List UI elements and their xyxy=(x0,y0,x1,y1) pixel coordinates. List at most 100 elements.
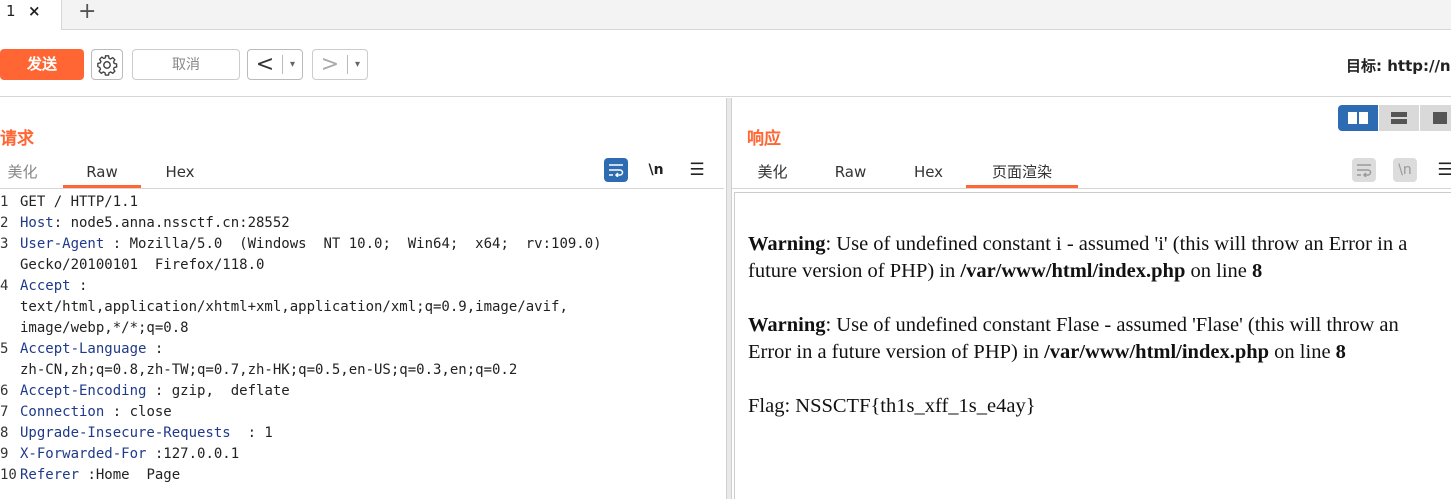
line-content: Gecko/20100101 Firefox/118.0 xyxy=(20,255,264,276)
layout-stacked-button[interactable] xyxy=(1379,105,1419,131)
menu-icon[interactable]: ☰ xyxy=(1433,158,1451,182)
header-value: : close xyxy=(104,404,172,420)
layout-single-button[interactable] xyxy=(1420,105,1451,131)
divider xyxy=(732,188,1451,189)
tab-hex[interactable]: Hex xyxy=(906,158,951,188)
columns-icon xyxy=(1348,112,1368,124)
request-editor[interactable]: 1 GET / HTTP/1.1 2 Host: node5.anna.nssctf.… xyxy=(0,192,724,486)
line-number: 7 xyxy=(0,404,9,420)
header-value: :127.0.0.1 xyxy=(146,446,240,462)
line-number: 6 xyxy=(0,383,9,399)
editor-line[interactable]: image/webp,*/*;q=0.8 xyxy=(0,318,724,339)
line-number: 1 xyxy=(0,194,9,210)
header-name: Upgrade-Insecure-Requests xyxy=(20,425,231,441)
chevron-down-icon[interactable]: ▾ xyxy=(283,59,302,70)
header-name: Connection xyxy=(20,404,105,420)
close-tab-icon[interactable]: × xyxy=(28,2,41,20)
editor-line[interactable]: 9 X-Forwarded-For :127.0.0.1 xyxy=(0,444,724,465)
layout-side-by-side-button[interactable] xyxy=(1338,105,1378,131)
tab-raw[interactable]: Raw xyxy=(828,158,873,188)
wrap-lines-button[interactable] xyxy=(604,158,628,182)
line-content: GET / HTTP/1.1 xyxy=(20,192,138,213)
file-path: /var/www/html/index.php xyxy=(960,260,1186,282)
response-title: 响应 xyxy=(747,129,781,149)
header-value: : 1 xyxy=(230,425,273,441)
repeater-tab-1[interactable]: 1 × xyxy=(0,0,62,30)
tab-strip: 1 × + xyxy=(0,0,1451,30)
tab-pretty[interactable]: 美化 xyxy=(0,158,45,188)
header-name: User-Agent xyxy=(20,236,105,252)
show-newlines-button[interactable]: \n xyxy=(1393,158,1417,182)
editor-line[interactable]: zh-CN,zh;q=0.8,zh-TW;q=0.7,zh-HK;q=0.5,e… xyxy=(0,360,724,381)
line-content: Accept-Language : xyxy=(20,339,163,360)
line-number: 8 xyxy=(1335,341,1346,363)
editor-line[interactable]: Gecko/20100101 Firefox/118.0 xyxy=(0,255,724,276)
editor-line[interactable]: 3 User-Agent : Mozilla/5.0 (Windows NT 10… xyxy=(0,234,724,255)
header-value: image/webp,*/*;q=0.8 xyxy=(20,320,189,336)
header-value: :Home Page xyxy=(79,467,181,483)
send-button[interactable]: 发送 xyxy=(0,49,84,80)
header-value: : xyxy=(70,278,88,294)
line-content: X-Forwarded-For :127.0.0.1 xyxy=(20,444,239,465)
tab-hex[interactable]: Hex xyxy=(150,158,210,188)
editor-line[interactable]: 2 Host: node5.anna.nssctf.cn:28552 xyxy=(0,213,724,234)
line-content: text/html,application/xhtml+xml,applicat… xyxy=(20,297,568,318)
line-number: 2 xyxy=(0,215,9,231)
wrap-icon xyxy=(1357,164,1372,177)
wrap-lines-button[interactable] xyxy=(1352,158,1376,182)
line-content: Accept-Encoding : gzip, deflate xyxy=(20,381,290,402)
back-button[interactable]: < ▾ xyxy=(247,49,303,80)
menu-icon[interactable]: ☰ xyxy=(685,158,709,182)
request-view-tabs: 美化 Raw Hex \n ☰ xyxy=(0,158,726,188)
editor-line[interactable]: 8 Upgrade-Insecure-Requests : 1 xyxy=(0,423,724,444)
rendered-page: Warning: Use of undefined constant i - a… xyxy=(748,231,1438,447)
editor-line[interactable]: 10 Referer :Home Page xyxy=(0,465,724,486)
header-name: Accept-Encoding xyxy=(20,383,147,399)
line-number: 3 xyxy=(0,236,9,252)
line-content: Connection : close xyxy=(20,402,172,423)
warning-message: Warning: Use of undefined constant i - a… xyxy=(748,231,1438,285)
line-number: 10 xyxy=(0,467,17,483)
editor-line[interactable]: 7 Connection : close xyxy=(0,402,724,423)
header-name: Accept xyxy=(20,278,71,294)
line-content: Host: node5.anna.nssctf.cn:28552 xyxy=(20,213,290,234)
header-value: : Mozilla/5.0 (Windows NT 10.0; Win64; x… xyxy=(104,236,602,252)
line-content: Upgrade-Insecure-Requests : 1 xyxy=(20,423,273,444)
chevron-right-icon: > xyxy=(320,51,340,77)
editor-line[interactable]: 4 Accept : xyxy=(0,276,724,297)
response-render-view: Warning: Use of undefined constant i - a… xyxy=(734,192,1451,499)
chevron-left-icon: < xyxy=(255,51,275,77)
settings-button[interactable] xyxy=(91,49,123,80)
tab-pretty[interactable]: 美化 xyxy=(750,158,795,188)
header-value: zh-CN,zh;q=0.8,zh-TW;q=0.7,zh-HK;q=0.5,e… xyxy=(20,362,518,378)
warning-text: on line xyxy=(1185,260,1252,282)
gear-icon xyxy=(97,54,118,76)
editor-line[interactable]: 1 GET / HTTP/1.1 xyxy=(0,192,724,213)
editor-line[interactable]: text/html,application/xhtml+xml,applicat… xyxy=(0,297,724,318)
rows-icon xyxy=(1391,112,1407,124)
forward-button[interactable]: > ▾ xyxy=(312,49,368,80)
chevron-down-icon[interactable]: ▾ xyxy=(348,59,367,70)
editor-line[interactable]: 5 Accept-Language : xyxy=(0,339,724,360)
request-title: 请求 xyxy=(0,129,34,149)
warning-label: Warning xyxy=(748,233,826,255)
line-number: 4 xyxy=(0,278,9,294)
line-content: Accept : xyxy=(20,276,87,297)
wrap-icon xyxy=(609,164,624,177)
warning-text: on line xyxy=(1269,341,1336,363)
flag-text: Flag: NSSCTF{th1s_xff_1s_e4ay} xyxy=(748,395,1036,417)
line-content: image/webp,*/*;q=0.8 xyxy=(20,318,189,339)
editor-line[interactable]: 6 Accept-Encoding : gzip, deflate xyxy=(0,381,724,402)
tab-raw[interactable]: Raw xyxy=(63,158,141,188)
divider xyxy=(0,188,724,189)
show-newlines-button[interactable]: \n xyxy=(644,158,668,182)
header-name: Referer xyxy=(20,467,80,483)
square-icon xyxy=(1433,112,1447,124)
new-tab-button[interactable]: + xyxy=(78,0,96,24)
tab-number: 1 xyxy=(6,2,16,20)
warning-message: Warning: Use of undefined constant Flase… xyxy=(748,312,1438,366)
target-label[interactable]: 目标: http://n xyxy=(1346,55,1451,76)
tab-render[interactable]: 页面渲染 xyxy=(966,158,1078,188)
header-value: GET / HTTP/1.1 xyxy=(20,194,139,210)
cancel-button[interactable]: 取消 xyxy=(132,49,240,80)
